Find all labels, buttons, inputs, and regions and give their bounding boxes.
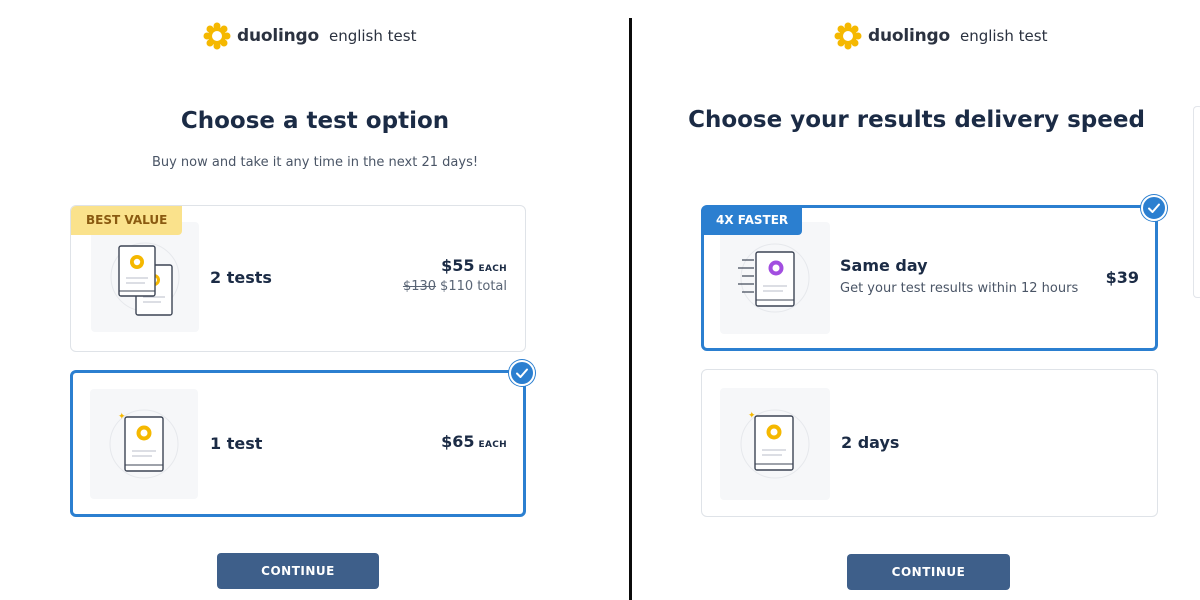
price-each: $65: [441, 432, 475, 451]
original-price: $130: [402, 279, 437, 294]
option-card-1-test[interactable]: ✦ 1 test $65 EACH: [70, 370, 526, 517]
thumbnail: ✦: [90, 389, 198, 499]
test-booklets-icon: [110, 242, 180, 316]
option-card-same-day[interactable]: 4X FASTER Same day Get your test results…: [701, 205, 1158, 351]
thumbnail: [91, 222, 199, 332]
panel-divider: [629, 18, 632, 600]
fast-delivery-icon: [738, 243, 810, 313]
duolingo-logo: duolingo english test: [834, 22, 1047, 50]
duolingo-logo-icon: [834, 22, 862, 50]
brand-name: duolingo: [237, 26, 319, 46]
page-title: Choose your results delivery speed: [688, 107, 1145, 133]
best-value-badge: BEST VALUE: [71, 206, 183, 235]
brand-name: duolingo: [868, 26, 950, 46]
option-label: 2 tests: [210, 268, 272, 287]
price-value: $39: [1105, 268, 1139, 287]
edge-panel-fragment: [1193, 106, 1200, 298]
thumbnail: [720, 222, 830, 334]
svg-text:✦: ✦: [748, 411, 756, 421]
page-subtitle: Buy now and take it any time in the next…: [151, 155, 479, 170]
price-unit: EACH: [478, 264, 507, 274]
option-label: 2 days: [841, 433, 900, 452]
brand-sub: english test: [328, 27, 417, 45]
checkmark-icon: [516, 368, 528, 378]
option-price: $39: [1106, 268, 1139, 287]
option-label: Same day: [840, 256, 928, 275]
selected-checkmark: [1141, 195, 1167, 221]
price-unit: EACH: [478, 440, 507, 450]
left-panel: duolingo english test Choose a test opti…: [0, 0, 630, 600]
duolingo-logo: duolingo english test: [203, 22, 416, 50]
duolingo-logo-icon: [203, 22, 231, 50]
thumbnail: ✦: [720, 388, 830, 500]
test-booklet-icon: ✦: [109, 409, 179, 479]
svg-text:✦: ✦: [118, 412, 126, 422]
test-booklet-icon: ✦: [740, 409, 810, 479]
selected-checkmark: [509, 360, 535, 386]
option-card-2-days[interactable]: ✦ 2 days: [701, 369, 1158, 517]
continue-button[interactable]: CONTINUE: [847, 554, 1010, 590]
faster-badge: 4X FASTER: [702, 206, 803, 235]
option-price: $55 EACH $130 $110 total: [403, 256, 507, 294]
brand-sub: english test: [959, 27, 1048, 45]
total-price: $110 total: [440, 279, 507, 294]
price-each: $55: [441, 256, 475, 275]
option-label: 1 test: [210, 434, 263, 453]
checkmark-icon: [1148, 203, 1160, 213]
option-description: Get your test results within 12 hours: [840, 281, 1079, 296]
option-card-2-tests[interactable]: BEST VALUE 2 tests $55 EACH $130 $110 tota…: [70, 205, 526, 352]
option-price: $65 EACH: [441, 432, 507, 451]
right-panel: duolingo english test Choose your result…: [633, 0, 1200, 600]
page-title: Choose a test option: [180, 108, 450, 134]
continue-button[interactable]: CONTINUE: [217, 553, 379, 589]
